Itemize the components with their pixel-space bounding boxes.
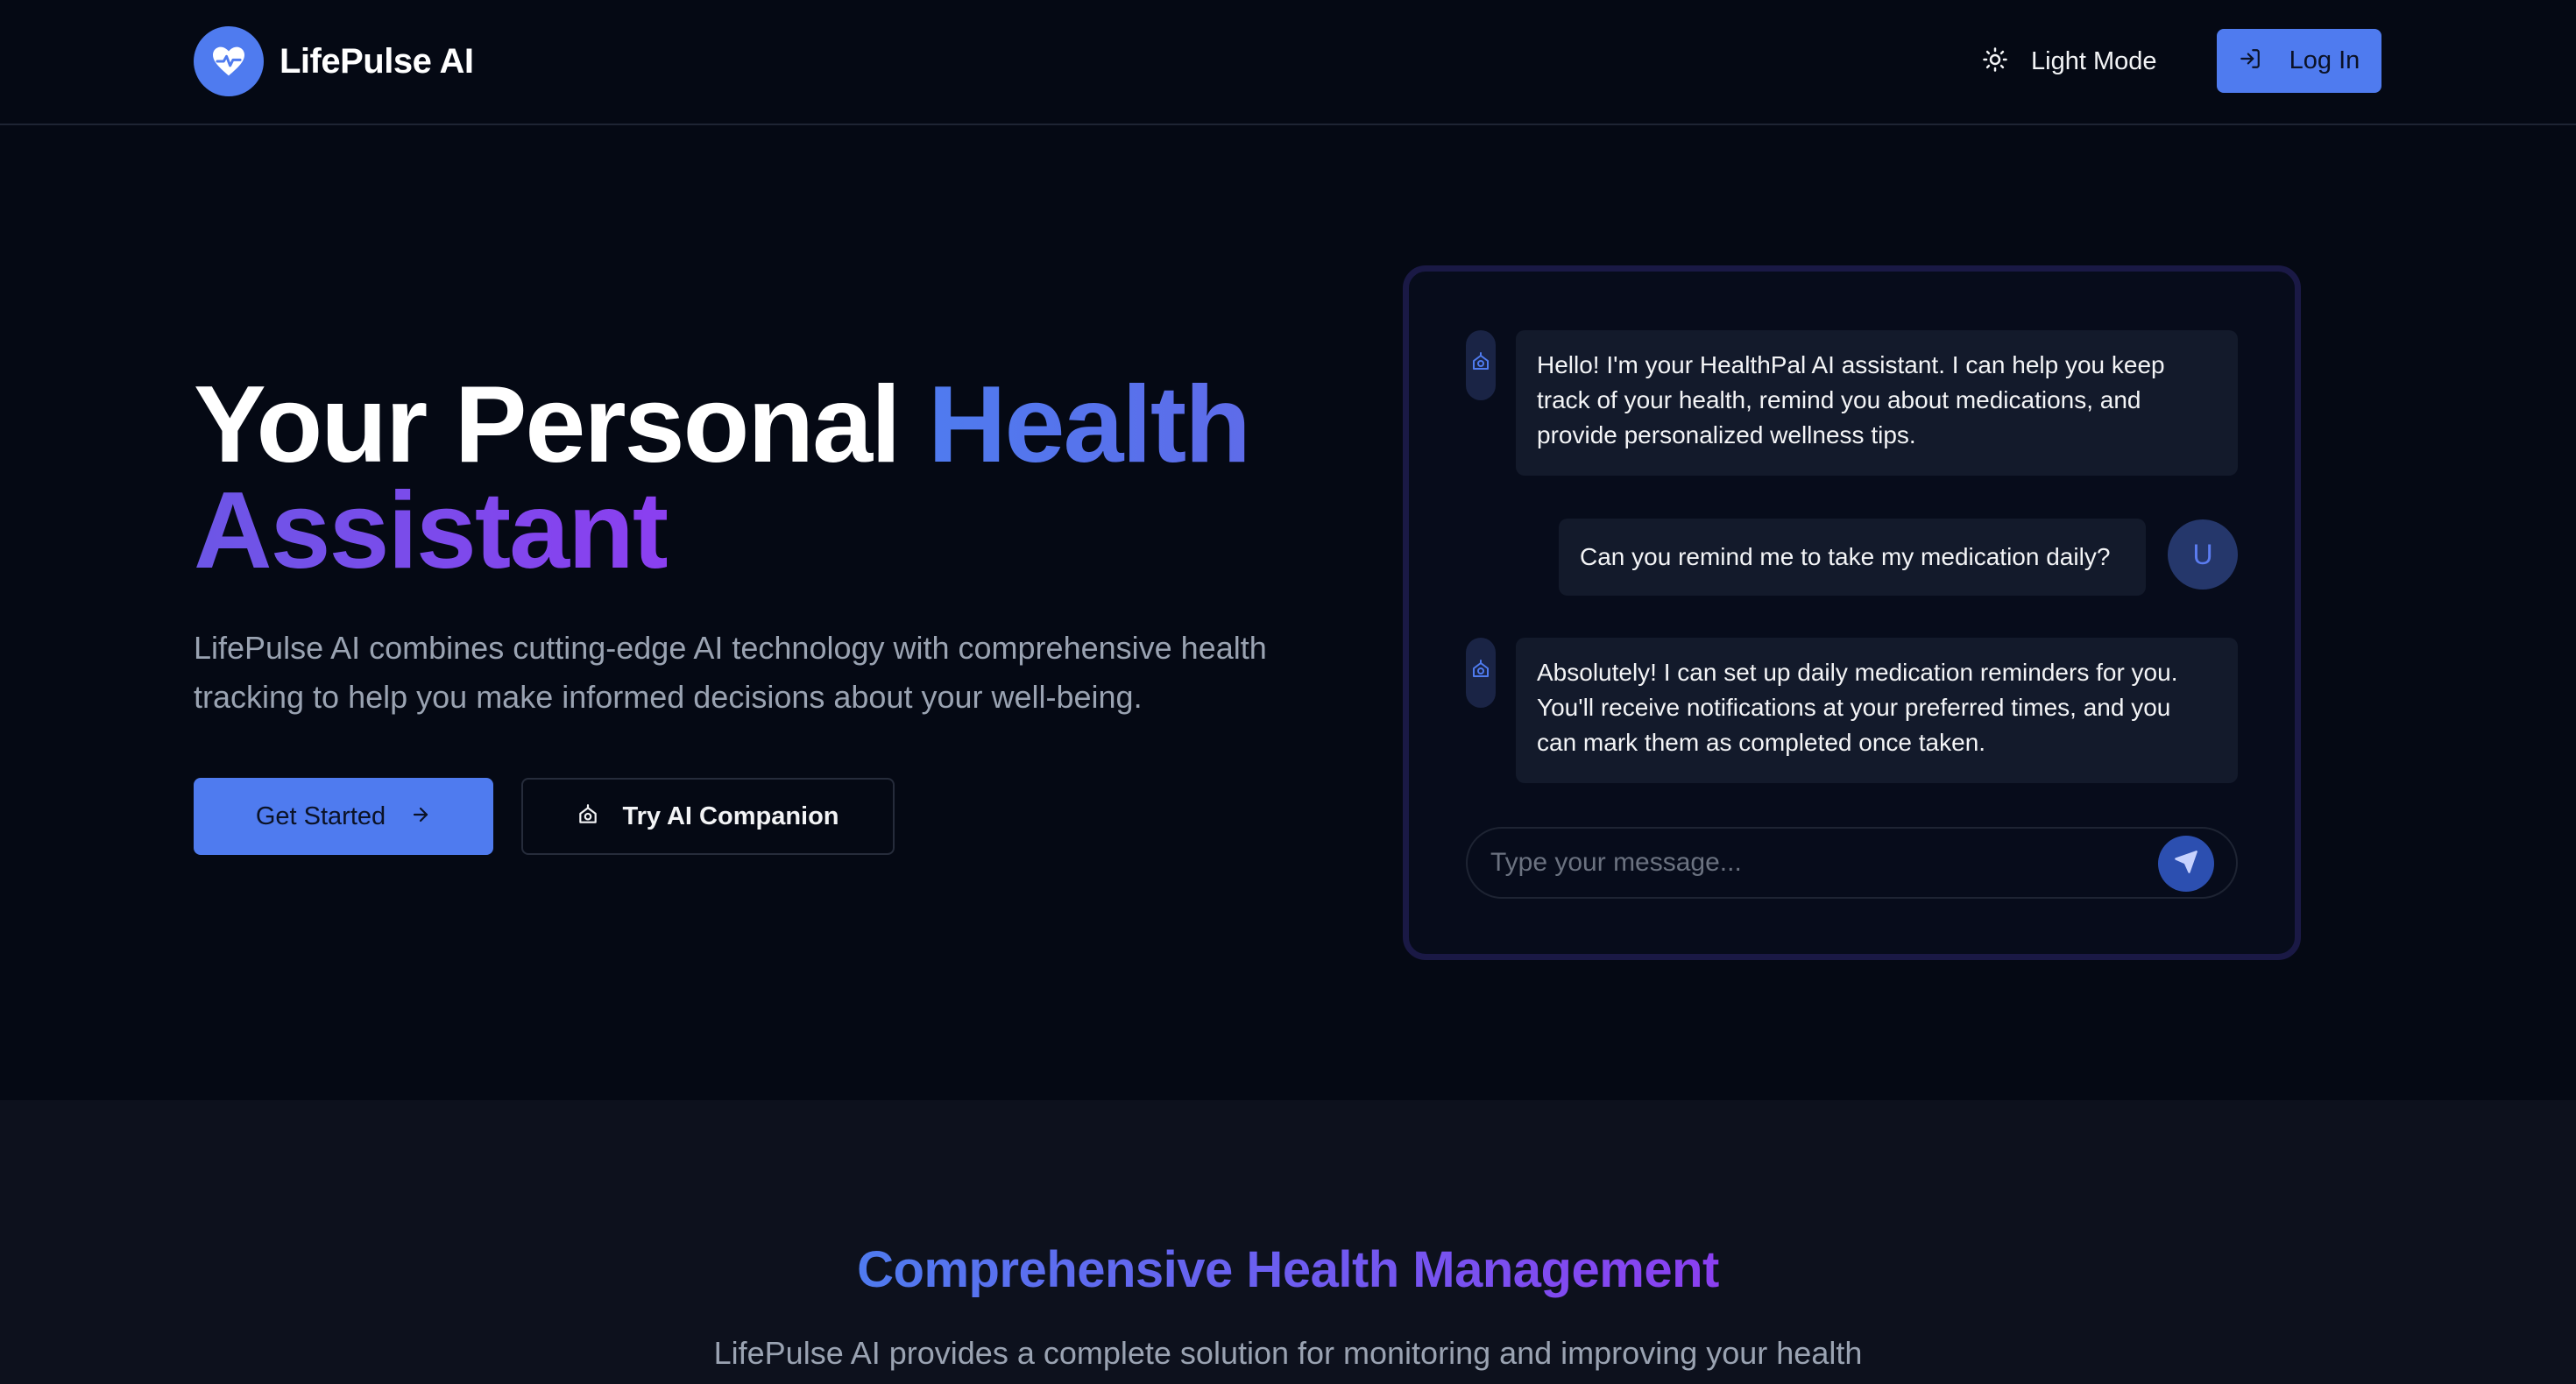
features-section: Comprehensive Health Management LifePuls… [0, 1100, 2576, 1384]
theme-toggle-button[interactable]: Light Mode [1982, 35, 2157, 88]
site-header: LifePulse AI Light Mode Log In [0, 0, 2576, 125]
hero-description: LifePulse AI combines cutting-edge AI te… [194, 630, 1267, 715]
user-message-text: Can you remind me to take my medication … [1580, 543, 2111, 570]
log-in-button[interactable]: Log In [2217, 29, 2381, 93]
theme-toggle-label: Light Mode [2031, 46, 2157, 75]
bot-avatar [1466, 638, 1496, 708]
hero-title: Your Personal Health Assistant [194, 371, 1333, 585]
sun-icon [1982, 46, 2008, 77]
hero-title-highlight-2: Assistant [194, 470, 669, 591]
log-in-icon [2239, 47, 2261, 74]
send-icon [2174, 850, 2198, 879]
features-title-text: Comprehensive Health Management [857, 1241, 1719, 1298]
bot-icon [1470, 659, 1491, 684]
chat-message-input[interactable] [1490, 829, 2156, 897]
bot-message: Absolutely! I can set up daily medicatio… [1516, 638, 2238, 783]
features-subtitle: LifePulse AI provides a complete solutio… [713, 1335, 1863, 1371]
get-started-button[interactable]: Get Started [194, 778, 493, 855]
log-in-label: Log In [2289, 46, 2360, 74]
try-ai-companion-label: Try AI Companion [622, 801, 839, 830]
user-message: Can you remind me to take my medication … [1559, 519, 2146, 596]
bot-message: Hello! I'm your HealthPal AI assistant. … [1516, 330, 2238, 476]
bot-avatar [1466, 330, 1496, 400]
send-button[interactable] [2158, 836, 2214, 892]
hero-title-part1: Your Personal [194, 364, 928, 485]
try-ai-companion-button[interactable]: Try AI Companion [521, 778, 895, 855]
chat-input-container [1466, 827, 2238, 899]
features-title: Comprehensive Health Management [0, 1240, 2576, 1299]
hero-title-highlight: Health [927, 364, 1251, 485]
bot-icon [1470, 351, 1491, 377]
bot-icon [577, 803, 599, 830]
get-started-label: Get Started [255, 801, 386, 830]
heart-pulse-icon [194, 26, 264, 96]
arrow-right-icon [410, 804, 431, 830]
brand-logo[interactable]: LifePulse AI [194, 26, 474, 96]
brand-name: LifePulse AI [280, 41, 474, 81]
user-avatar: U [2168, 519, 2238, 590]
